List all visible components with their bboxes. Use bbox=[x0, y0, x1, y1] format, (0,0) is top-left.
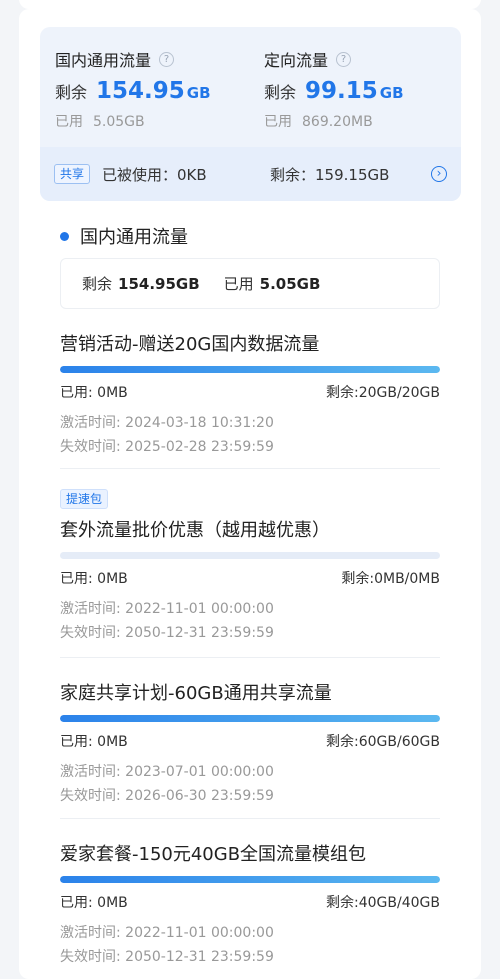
directed-used-value: 869.20MB bbox=[302, 114, 373, 130]
domestic-used-label: 已用 bbox=[55, 114, 83, 130]
stat-used-value: 5.05GB bbox=[259, 274, 321, 293]
plan-item[interactable]: 营销活动-赠送20G国内数据流量 已用: 0MB 剩余:20GB/20GB 激活… bbox=[60, 330, 440, 456]
plan-remain: 剩余:60GB/60GB bbox=[326, 734, 440, 750]
top-card bbox=[19, 0, 481, 9]
plan-title: 家庭共享计划-60GB通用共享流量 bbox=[60, 683, 332, 704]
plan-item[interactable]: 爱家套餐-150元40GB全国流量模组包 已用: 0MB 剩余:40GB/40G… bbox=[60, 840, 440, 966]
plan-tag: 提速包 bbox=[60, 489, 109, 509]
section-stats: 剩余 154.95GB 已用 5.05GB bbox=[60, 258, 440, 309]
plan-title: 爱家套餐-150元40GB全国流量模组包 bbox=[60, 844, 367, 865]
divider bbox=[60, 468, 440, 469]
traffic-summary: 国内通用流量 ? 剩余 154.95 GB 已用 5.05GB 定向流量 ? 剩余… bbox=[40, 27, 461, 201]
directed-remain-value: 99.15 bbox=[305, 78, 378, 104]
chevron-right-icon[interactable]: › bbox=[431, 166, 447, 182]
plan-expires: 失效时间: 2050-12-31 23:59:59 bbox=[60, 625, 274, 641]
plan-title: 营销活动-赠送20G国内数据流量 bbox=[60, 334, 320, 355]
plan-expires: 失效时间: 2025-02-28 23:59:59 bbox=[60, 439, 274, 455]
help-icon[interactable]: ? bbox=[159, 51, 175, 67]
plan-progress-bar bbox=[60, 552, 440, 559]
section-title: 国内通用流量 bbox=[80, 227, 188, 248]
share-remain-text: 剩余：159.15GB bbox=[270, 165, 390, 184]
domestic-remain-value: 154.95 bbox=[96, 78, 185, 104]
domestic-used-value: 5.05GB bbox=[93, 114, 145, 130]
plan-used: 已用: 0MB bbox=[60, 571, 128, 587]
stat-used-label: 已用 bbox=[223, 275, 254, 293]
plan-item[interactable]: 提速包 套外流量批价优惠（越用越优惠） 已用: 0MB 剩余:0MB/0MB 激… bbox=[60, 488, 440, 642]
domestic-title: 国内通用流量 bbox=[55, 51, 152, 70]
plan-item[interactable]: 家庭共享计划-60GB通用共享流量 已用: 0MB 剩余:60GB/60GB 激… bbox=[60, 679, 440, 805]
plan-progress-bar bbox=[60, 366, 440, 373]
divider bbox=[60, 657, 440, 658]
plan-expires: 失效时间: 2026-06-30 23:59:59 bbox=[60, 788, 274, 804]
plan-expires: 失效时间: 2050-12-31 23:59:59 bbox=[60, 949, 274, 965]
plan-progress-bar bbox=[60, 876, 440, 883]
bullet-dot-icon bbox=[60, 231, 69, 241]
stat-remain-value: 154.95GB bbox=[118, 274, 200, 293]
share-bar[interactable]: 共享 已被使用：0KB 剩余：159.15GB › bbox=[40, 147, 461, 201]
plan-progress-bar bbox=[60, 715, 440, 722]
directed-remain-unit: GB bbox=[379, 84, 404, 102]
plan-progress-fill bbox=[60, 715, 440, 722]
plan-remain: 剩余:40GB/40GB bbox=[326, 895, 440, 911]
plan-used: 已用: 0MB bbox=[60, 734, 128, 750]
plan-activated: 激活时间: 2024-03-18 10:31:20 bbox=[60, 415, 274, 431]
plan-remain: 剩余:0MB/0MB bbox=[341, 571, 440, 587]
stat-remain-label: 剩余 bbox=[82, 275, 113, 293]
share-tag: 共享 bbox=[54, 164, 91, 184]
plan-used: 已用: 0MB bbox=[60, 895, 128, 911]
share-used-text: 已被使用：0KB bbox=[102, 165, 207, 184]
domestic-remain-unit: GB bbox=[186, 84, 211, 102]
directed-used-label: 已用 bbox=[264, 114, 292, 130]
section-header: 国内通用流量 bbox=[60, 223, 188, 249]
plan-progress-fill bbox=[60, 366, 440, 373]
plan-progress-fill bbox=[60, 876, 440, 883]
domestic-remain-label: 剩余 bbox=[55, 83, 88, 102]
directed-title: 定向流量 bbox=[264, 51, 329, 70]
help-icon[interactable]: ? bbox=[336, 51, 352, 67]
plan-activated: 激活时间: 2022-11-01 00:00:00 bbox=[60, 925, 274, 941]
plan-remain: 剩余:20GB/20GB bbox=[326, 385, 440, 401]
directed-remain-label: 剩余 bbox=[264, 83, 297, 102]
plan-activated: 激活时间: 2022-11-01 00:00:00 bbox=[60, 601, 274, 617]
plan-used: 已用: 0MB bbox=[60, 385, 128, 401]
plan-title: 套外流量批价优惠（越用越优惠） bbox=[60, 520, 330, 541]
plan-activated: 激活时间: 2023-07-01 00:00:00 bbox=[60, 764, 274, 780]
divider bbox=[60, 818, 440, 819]
